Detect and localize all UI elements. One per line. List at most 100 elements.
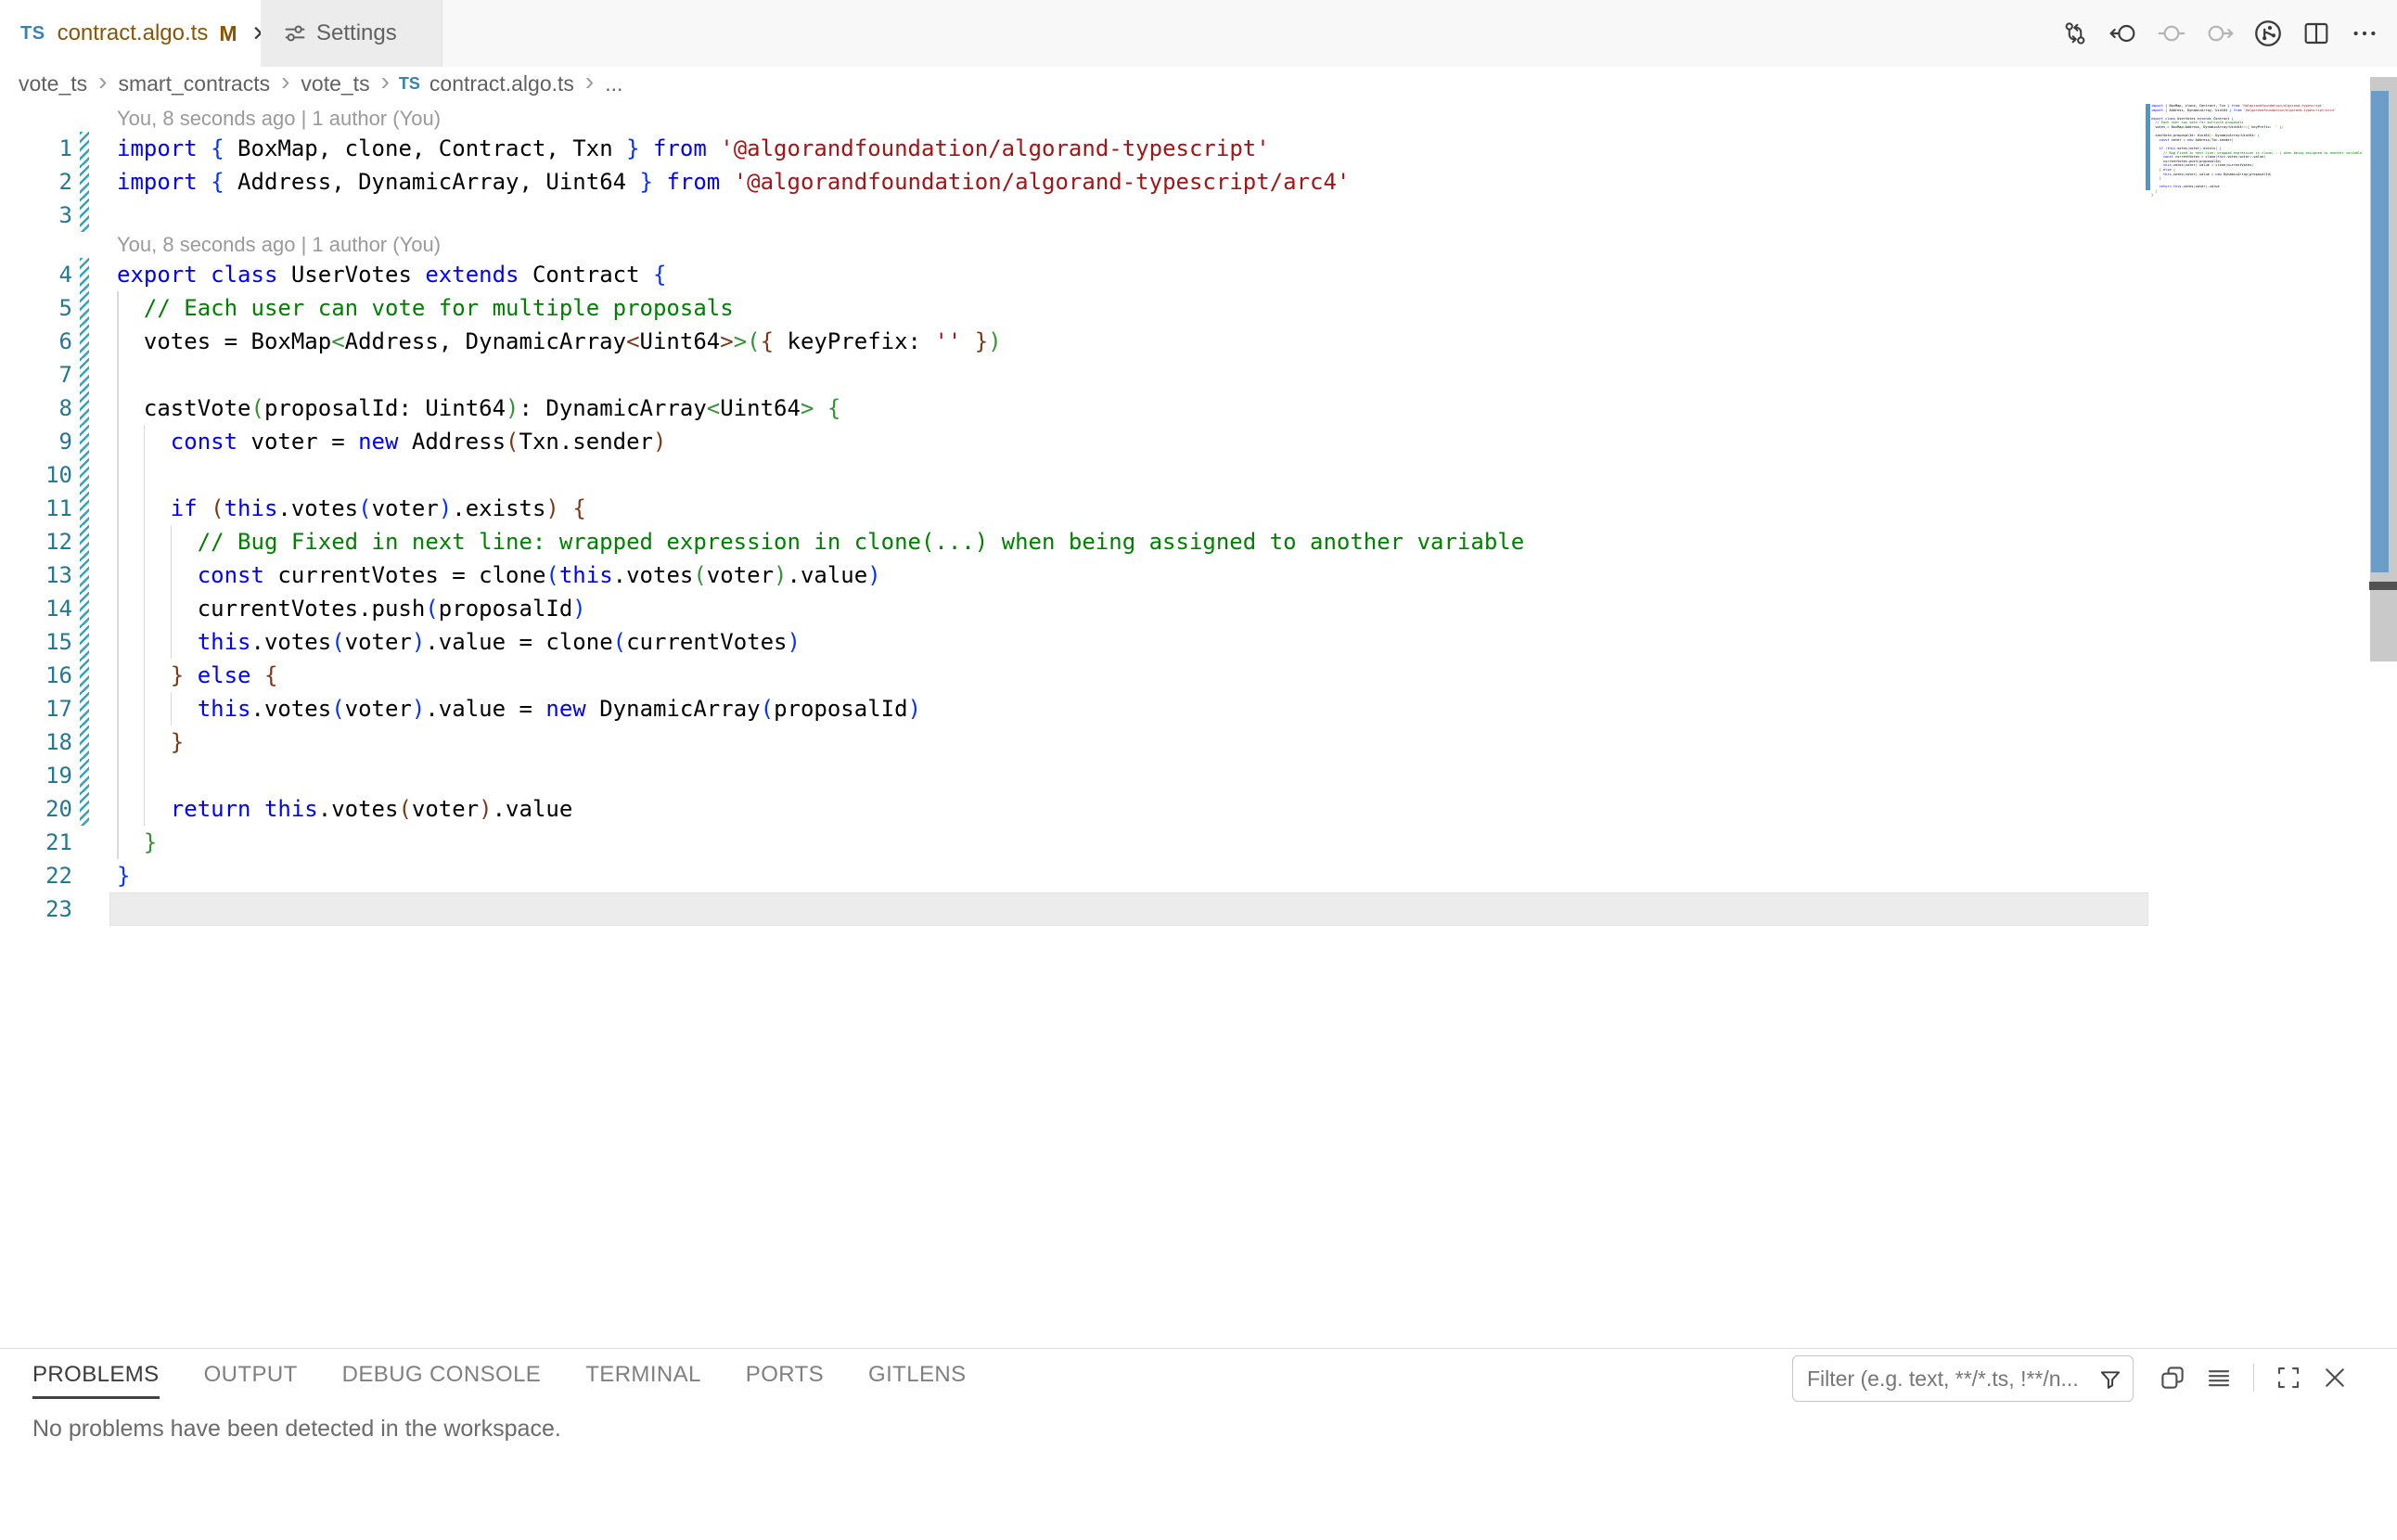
line-number[interactable]: 8 (0, 391, 72, 425)
panel-tab-output[interactable]: OUTPUT (204, 1362, 298, 1399)
code-line-row[interactable]: 23 (0, 892, 2397, 926)
blame-row[interactable]: You, 8 seconds ago | 1 author (You) (0, 232, 2397, 258)
breadcrumb-item[interactable]: vote_ts (301, 71, 369, 96)
code-line[interactable]: import { BoxMap, clone, Contract, Txn } … (117, 132, 1270, 165)
code-line[interactable]: if (this.votes(voter).exists) { (117, 492, 586, 525)
code-line[interactable]: const currentVotes = clone(this.votes(vo… (117, 558, 881, 592)
code-line-row[interactable]: 8 castVote(proposalId: Uint64): DynamicA… (0, 391, 2397, 425)
line-number[interactable]: 15 (0, 625, 72, 659)
code-line-row[interactable]: 13 const currentVotes = clone(this.votes… (0, 558, 2397, 592)
code-line[interactable]: // Bug Fixed in next line: wrapped expre… (117, 525, 1524, 558)
code-line-row[interactable]: 16 } else { (0, 659, 2397, 692)
blame-annotation[interactable]: You, 8 seconds ago | 1 author (You) (117, 106, 441, 132)
line-number[interactable]: 18 (0, 725, 72, 759)
tab-settings[interactable]: Settings (261, 0, 442, 67)
line-number[interactable]: 13 (0, 558, 72, 592)
split-editor-icon[interactable] (2301, 18, 2332, 49)
code-line[interactable]: votes = BoxMap<Address, DynamicArray<Uin… (117, 325, 1002, 358)
breadcrumb-item[interactable]: ... (605, 71, 622, 96)
code-line[interactable]: return this.votes(voter).value (117, 792, 572, 826)
filter-input[interactable] (1793, 1356, 2133, 1401)
line-number[interactable]: 7 (0, 358, 72, 391)
code-line-row[interactable]: 15 this.votes(voter).value = clone(curre… (0, 625, 2397, 659)
line-number[interactable]: 12 (0, 525, 72, 558)
line-number[interactable]: 17 (0, 692, 72, 725)
open-changes-previous-icon[interactable] (2108, 18, 2139, 49)
code-line-row[interactable]: 5 // Each user can vote for multiple pro… (0, 291, 2397, 325)
gutter-diff-added-marker[interactable] (80, 692, 89, 725)
next-change-icon[interactable] (2204, 18, 2236, 49)
code-line-row[interactable]: 3 (0, 199, 2397, 232)
code-line[interactable]: } (117, 826, 157, 859)
maximize-panel-icon[interactable] (2273, 1362, 2304, 1393)
line-number[interactable]: 5 (0, 291, 72, 325)
tab-contract-algo-ts[interactable]: TS contract.algo.ts M ✕ (0, 0, 261, 67)
panel-tab-problems[interactable]: PROBLEMS (32, 1362, 160, 1399)
line-number[interactable]: 23 (0, 892, 72, 926)
code-line-row[interactable]: 1 import { BoxMap, clone, Contract, Txn }… (0, 132, 2397, 165)
panel-tab-ports[interactable]: PORTS (746, 1362, 824, 1399)
code-line-row[interactable]: 6 votes = BoxMap<Address, DynamicArray<U… (0, 325, 2397, 358)
code-line-row[interactable]: 19 (0, 759, 2397, 792)
line-number[interactable]: 10 (0, 458, 72, 492)
code-line[interactable]: } (117, 859, 130, 892)
gutter-diff-added-marker[interactable] (80, 358, 89, 391)
code-line-row[interactable]: 10 (0, 458, 2397, 492)
code-editor[interactable]: You, 8 seconds ago | 1 author (You) 1 impo… (0, 100, 2397, 1348)
code-line-row[interactable]: 20 return this.votes(voter).value (0, 792, 2397, 826)
code-line[interactable]: } (117, 725, 184, 759)
code-line[interactable]: import { Address, DynamicArray, Uint64 }… (117, 165, 1350, 199)
gutter-diff-added-marker[interactable] (80, 592, 89, 625)
gutter-diff-added-marker[interactable] (80, 391, 89, 425)
gutter-diff-added-marker[interactable] (80, 199, 89, 232)
gutter-diff-added-marker[interactable] (80, 291, 89, 325)
line-number[interactable]: 6 (0, 325, 72, 358)
gutter-diff-added-marker[interactable] (80, 525, 89, 558)
gutter-diff-added-marker[interactable] (80, 325, 89, 358)
minimap[interactable]: import { BoxMap, clone, Contract, Txn } … (2151, 104, 2368, 215)
line-number[interactable]: 11 (0, 492, 72, 525)
code-line-row[interactable]: 2import { Address, DynamicArray, Uint64 … (0, 165, 2397, 199)
code-line[interactable]: this.votes(voter).value = new DynamicArr… (117, 692, 921, 725)
code-line-row[interactable]: 18 } (0, 725, 2397, 759)
gutter-diff-added-marker[interactable] (80, 458, 89, 492)
panel-tab-debug-console[interactable]: DEBUG CONSOLE (342, 1362, 542, 1399)
code-line-row[interactable]: 17 this.votes(voter).value = new Dynamic… (0, 692, 2397, 725)
line-number[interactable]: 21 (0, 826, 72, 859)
gutter-diff-added-marker[interactable] (80, 792, 89, 826)
line-number[interactable]: 19 (0, 759, 72, 792)
panel-tab-terminal[interactable]: TERMINAL (585, 1362, 701, 1399)
gutter-diff-added-marker[interactable] (80, 659, 89, 692)
breadcrumb-item[interactable]: vote_ts (19, 71, 87, 96)
code-line[interactable]: } else { (117, 659, 277, 692)
code-line-row[interactable]: 11 if (this.votes(voter).exists) { (0, 492, 2397, 525)
compare-changes-icon[interactable] (2059, 18, 2091, 49)
gutter-diff-added-marker[interactable] (80, 725, 89, 759)
previous-change-icon[interactable] (2156, 18, 2187, 49)
line-number[interactable]: 22 (0, 859, 72, 892)
code-line[interactable]: export class UserVotes extends Contract … (117, 258, 666, 291)
view-mode-icon[interactable] (2157, 1362, 2188, 1393)
code-line-row[interactable]: 7 (0, 358, 2397, 391)
code-line[interactable]: this.votes(voter).value = clone(currentV… (117, 625, 801, 659)
view-as-table-icon[interactable] (2203, 1362, 2235, 1393)
code-line[interactable]: castVote(proposalId: Uint64): DynamicArr… (117, 391, 840, 425)
code-line-row[interactable]: 4 export class UserVotes extends Contract… (0, 258, 2397, 291)
blame-annotation[interactable]: You, 8 seconds ago | 1 author (You) (117, 232, 441, 258)
breadcrumb-item[interactable]: smart_contracts (118, 71, 270, 96)
code-line-row[interactable]: 9 const voter = new Address(Txn.sender) (0, 425, 2397, 458)
panel-tab-gitlens[interactable]: GITLENS (868, 1362, 967, 1399)
more-actions-icon[interactable] (2349, 18, 2380, 49)
commit-graph-icon[interactable] (2252, 18, 2284, 49)
line-number[interactable]: 4 (0, 258, 72, 291)
gutter-diff-added-marker[interactable] (80, 625, 89, 659)
line-number[interactable]: 16 (0, 659, 72, 692)
line-number[interactable]: 9 (0, 425, 72, 458)
line-number[interactable]: 1 (0, 132, 72, 165)
gutter-diff-added-marker[interactable] (80, 165, 89, 199)
code-line-row[interactable]: 14 currentVotes.push(proposalId) (0, 592, 2397, 625)
gutter-diff-added-marker[interactable] (80, 425, 89, 458)
gutter-diff-added-marker[interactable] (80, 132, 89, 165)
code-line-row[interactable]: 22} (0, 859, 2397, 892)
gutter-diff-added-marker[interactable] (80, 759, 89, 792)
